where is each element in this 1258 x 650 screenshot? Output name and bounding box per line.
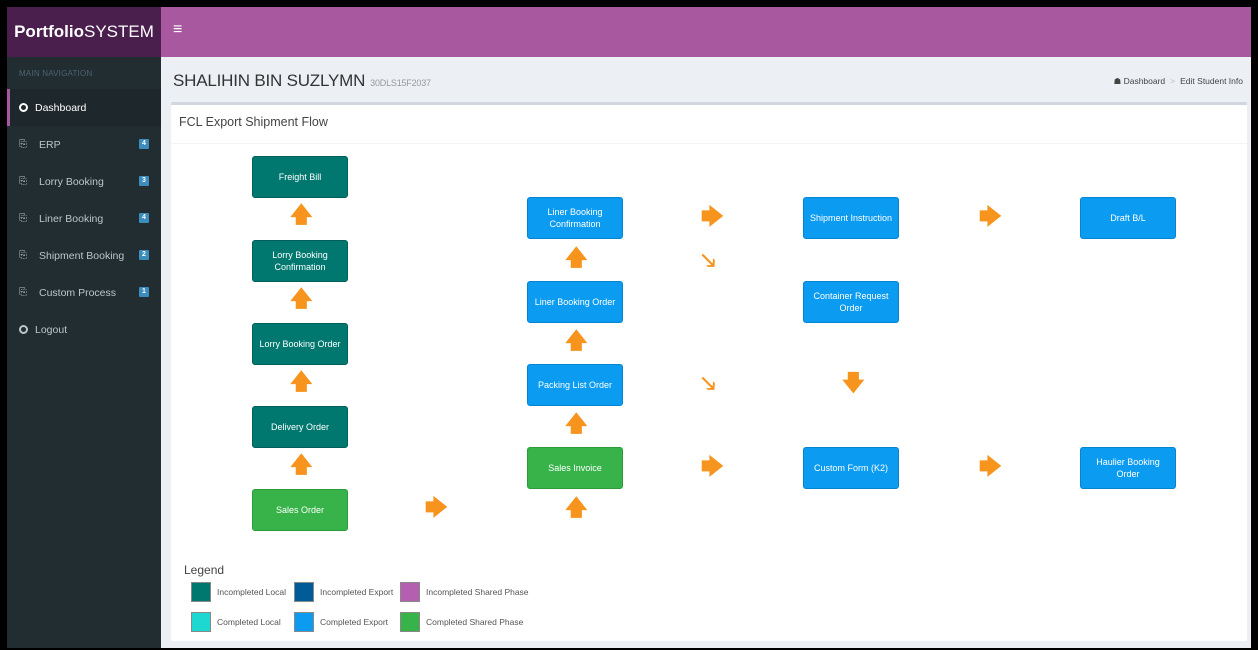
brand-logo-rest: SYSTEM: [83, 22, 154, 41]
circle-icon: [19, 325, 28, 334]
arrow-right-icon: 🡆: [979, 454, 1002, 479]
legend-swatch: [294, 612, 314, 632]
student-id: 30DLS15F2037: [370, 78, 431, 88]
sidebar-item-label: Custom Process: [39, 286, 117, 299]
page-title: SHALIHIN BIN SUZLYMN 30DLS15F2037: [173, 71, 431, 91]
sidebar-item-label: ERP: [39, 138, 61, 151]
legend-item: Incompleted Shared Phase: [400, 582, 529, 602]
legend-item: Completed Export: [294, 612, 388, 632]
node-freight-bill[interactable]: Freight Bill: [252, 156, 348, 198]
sidebar-item-label: Logout: [35, 323, 68, 336]
legend-label: Completed Shared Phase: [426, 617, 524, 627]
top-navbar: ≡: [161, 7, 1251, 57]
sidebar-item-custom-process[interactable]: ⎘ Custom Process 1: [7, 274, 161, 311]
legend-label: Incompleted Local: [217, 587, 286, 597]
arrow-down-right-icon: 🡖: [701, 371, 716, 396]
legend-label: Incompleted Shared Phase: [426, 587, 529, 597]
arrow-down-icon: 🡇: [842, 370, 865, 395]
arrow-up-icon: 🡅: [565, 245, 588, 270]
legend-swatch: [191, 582, 211, 602]
node-draft-bl[interactable]: Draft B/L: [1080, 197, 1176, 239]
arrow-up-icon: 🡅: [290, 286, 313, 311]
sidebar-item-label: Shipment Booking: [39, 249, 125, 262]
node-sales-invoice[interactable]: Sales Invoice: [527, 447, 623, 489]
sidebar-item-lorry-booking[interactable]: ⎘ Lorry Booking 3: [7, 163, 161, 200]
sidebar-item-erp[interactable]: ⎘ ERP 4: [7, 126, 161, 163]
files-icon: ⎘: [19, 287, 27, 298]
legend-item: Completed Local: [191, 612, 281, 632]
sidebar-item-label: Dashboard: [35, 101, 87, 114]
files-icon: ⎘: [19, 250, 27, 261]
sidebar-item-logout[interactable]: Logout: [7, 311, 161, 348]
sidebar-item-label: Liner Booking: [39, 212, 104, 225]
legend-label: Completed Local: [217, 617, 281, 627]
legend-label: Incompleted Export: [320, 587, 394, 597]
count-badge: 4: [139, 213, 149, 223]
arrow-down-right-icon: 🡖: [701, 248, 716, 273]
sidebar-item-liner-booking[interactable]: ⎘ Liner Booking 4: [7, 200, 161, 237]
breadcrumb-current: Edit Student Info: [1180, 76, 1243, 86]
arrow-up-icon: 🡅: [565, 411, 588, 436]
count-badge: 2: [139, 250, 149, 260]
arrow-up-icon: 🡅: [565, 495, 588, 520]
legend-item: Incompleted Local: [191, 582, 286, 602]
sidebar-header: MAIN NAVIGATION: [19, 69, 93, 78]
node-lorry-booking-confirmation[interactable]: Lorry Booking Confirmation: [252, 240, 348, 282]
legend-item: Completed Shared Phase: [400, 612, 523, 632]
arrow-right-icon: 🡆: [425, 495, 448, 520]
node-sales-order[interactable]: Sales Order: [252, 489, 348, 531]
arrow-up-icon: 🡅: [565, 328, 588, 353]
legend-label: Completed Export: [320, 617, 389, 627]
dashboard-icon: ☗: [1113, 76, 1122, 86]
node-container-request-order[interactable]: Container Request Order: [803, 281, 899, 323]
node-delivery-order[interactable]: Delivery Order: [252, 406, 348, 448]
legend-swatch: [191, 612, 211, 632]
arrow-up-icon: 🡅: [290, 369, 313, 394]
flow-box: FCL Export Shipment Flow Freight Bill 🡅 …: [171, 102, 1247, 641]
divider: [171, 143, 1247, 144]
sidebar: MAIN NAVIGATION Dashboard ⎘ ERP 4 ⎘ Lorr…: [7, 57, 161, 648]
files-icon: ⎘: [19, 213, 27, 224]
files-icon: ⎘: [19, 139, 27, 150]
node-lorry-booking-order[interactable]: Lorry Booking Order: [252, 323, 348, 365]
arrow-right-icon: 🡆: [701, 204, 724, 229]
count-badge: 3: [139, 176, 149, 186]
arrow-up-icon: 🡅: [290, 202, 313, 227]
sidebar-item-label: Lorry Booking: [39, 175, 104, 188]
legend-title: Legend: [184, 563, 225, 577]
node-haulier-booking-order[interactable]: Haulier Booking Order: [1080, 447, 1176, 489]
legend-swatch: [400, 612, 420, 632]
node-custom-form[interactable]: Custom Form (K2): [803, 447, 899, 489]
node-shipment-instruction[interactable]: Shipment Instruction: [803, 197, 899, 239]
files-icon: ⎘: [19, 176, 27, 187]
node-packing-list-order[interactable]: Packing List Order: [527, 364, 623, 406]
sidebar-item-dashboard[interactable]: Dashboard: [7, 89, 161, 126]
legend-swatch: [400, 582, 420, 602]
legend-swatch: [294, 582, 314, 602]
arrow-up-icon: 🡅: [290, 452, 313, 477]
breadcrumb-dashboard[interactable]: Dashboard: [1124, 76, 1166, 86]
legend-item: Incompleted Export: [294, 582, 393, 602]
box-title: FCL Export Shipment Flow: [179, 115, 328, 129]
student-name: SHALIHIN BIN SUZLYMN: [173, 71, 366, 90]
arrow-right-icon: 🡆: [979, 204, 1002, 229]
count-badge: 4: [139, 139, 149, 149]
circle-icon: [19, 103, 28, 112]
app-window: Portfolio SYSTEM ≡ MAIN NAVIGATION Dashbo…: [7, 7, 1251, 648]
breadcrumb: ☗ Dashboard > Edit Student Info: [1114, 76, 1243, 87]
node-liner-booking-order[interactable]: Liner Booking Order: [527, 281, 623, 323]
node-liner-booking-confirmation[interactable]: Liner Booking Confirmation: [527, 197, 623, 239]
arrow-right-icon: 🡆: [701, 454, 724, 479]
brand-logo[interactable]: Portfolio SYSTEM: [7, 7, 161, 57]
brand-logo-bold: Portfolio: [14, 22, 84, 41]
content-header: SHALIHIN BIN SUZLYMN 30DLS15F2037 ☗ Dashb…: [161, 57, 1251, 101]
menu-toggle-icon[interactable]: ≡: [173, 21, 182, 39]
sidebar-item-shipment-booking[interactable]: ⎘ Shipment Booking 2: [7, 237, 161, 274]
breadcrumb-separator: >: [1170, 76, 1176, 86]
count-badge: 1: [139, 287, 149, 297]
